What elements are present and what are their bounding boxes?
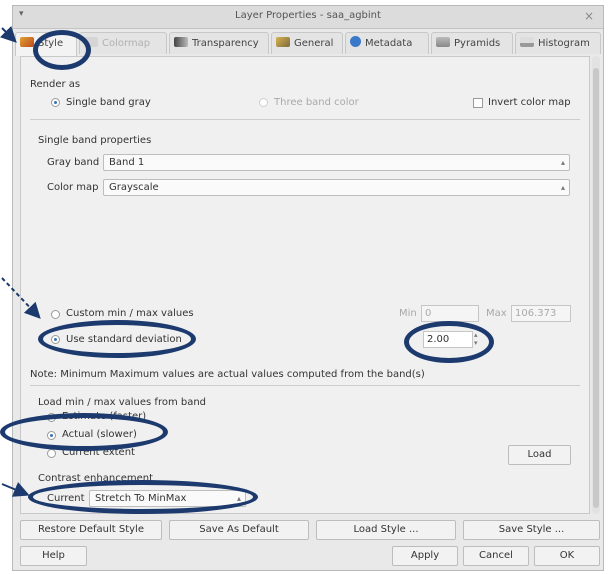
- annotation-arrow: [1, 277, 41, 319]
- annotation-arrows: [0, 25, 41, 497]
- annotation-arrow: [0, 25, 17, 43]
- annotation-arrow: [1, 482, 30, 497]
